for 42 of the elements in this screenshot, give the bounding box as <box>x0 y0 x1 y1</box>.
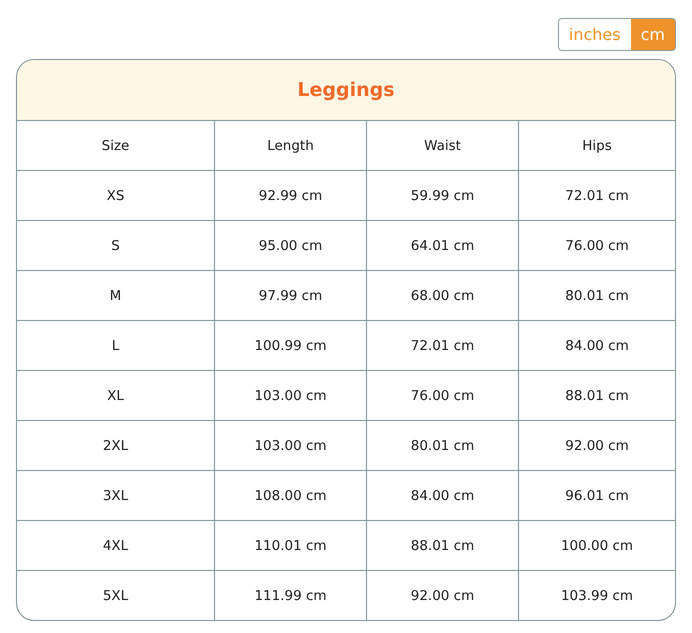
table-cell: 80.01 cm <box>367 421 519 471</box>
table-cell: 3XL <box>17 471 215 521</box>
table-cell: 96.01 cm <box>519 471 675 521</box>
table-cell: 59.99 cm <box>367 171 519 221</box>
table-cell: 64.01 cm <box>367 221 519 271</box>
table-cell: 68.00 cm <box>367 271 519 321</box>
table-cell: 5XL <box>17 571 215 620</box>
table-cell: 88.01 cm <box>519 371 675 421</box>
table-cell: 84.00 cm <box>519 321 675 371</box>
table-cell: 108.00 cm <box>215 471 367 521</box>
table-cell: 2XL <box>17 421 215 471</box>
table-cell: 110.01 cm <box>215 521 367 571</box>
table-cell: 80.01 cm <box>519 271 675 321</box>
table-cell: 92.00 cm <box>519 421 675 471</box>
column-header: Hips <box>519 121 675 171</box>
table-cell: 72.01 cm <box>519 171 675 221</box>
chart-title: Leggings <box>17 60 675 121</box>
table-cell: XS <box>17 171 215 221</box>
table-cell: 97.99 cm <box>215 271 367 321</box>
table-cell: 111.99 cm <box>215 571 367 620</box>
table-cell: 92.99 cm <box>215 171 367 221</box>
table-cell: 76.00 cm <box>519 221 675 271</box>
table-cell-text: 103.99 cm <box>560 586 634 606</box>
table-cell: 100.00 cm <box>519 521 675 571</box>
column-header: Waist <box>367 121 519 171</box>
table-cell: S <box>17 221 215 271</box>
table-cell: 76.00 cm <box>367 371 519 421</box>
table-cell: L <box>17 321 215 371</box>
table-cell: 103.00 cm <box>215 371 367 421</box>
table-cell: 88.01 cm <box>367 521 519 571</box>
table-cell: 95.00 cm <box>215 221 367 271</box>
column-header: Size <box>17 121 215 171</box>
table-cell: 92.00 cm <box>367 571 519 620</box>
table-cell: 103.00 cm <box>215 421 367 471</box>
table-cell: 72.01 cm <box>367 321 519 371</box>
table-cell: 100.99 cm <box>215 321 367 371</box>
table-cell: M <box>17 271 215 321</box>
table-cell: 84.00 cm <box>367 471 519 521</box>
unit-option[interactable]: cm <box>630 19 675 50</box>
table-cell: XL <box>17 371 215 421</box>
table-cell: 4XL <box>17 521 215 571</box>
column-header: Length <box>215 121 367 171</box>
